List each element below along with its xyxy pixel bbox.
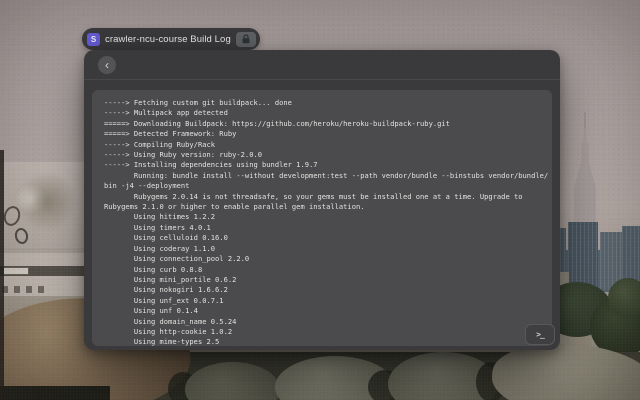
skyscraper-silhouette: [574, 128, 596, 224]
log-line: -----> Installing dependencies using bun…: [104, 160, 550, 170]
log-line: -----> Fetching custom git buildpack... …: [104, 98, 550, 108]
log-line: -----> Using Ruby version: ruby-2.0.0: [104, 150, 550, 160]
log-line: Using mini_portile 0.6.2: [104, 275, 550, 285]
log-line: -----> Multipack app detected: [104, 108, 550, 118]
back-button[interactable]: ‹: [98, 56, 116, 74]
app-icon: S: [87, 33, 100, 46]
build-log-panel[interactable]: -----> Fetching custom git buildpack... …: [92, 90, 552, 346]
log-line: Using hitimes 1.2.2: [104, 212, 550, 222]
log-line: Using connection_pool 2.2.0: [104, 254, 550, 264]
window-header: ‹: [84, 50, 560, 80]
terminal-prompt-icon: >_: [536, 330, 544, 339]
log-line: bin -j4 --deployment: [104, 181, 550, 191]
log-line: =====> Downloading Buildpack: https://gi…: [104, 119, 550, 129]
wall-vines: [18, 170, 76, 234]
desktop: S crawler-ncu-course Build Log ‹ -----> …: [0, 0, 640, 400]
log-line: Rubygems 2.1.0 or higher to enable paral…: [104, 202, 550, 212]
building-sign: [3, 267, 29, 275]
log-line: =====> Detected Framework: Ruby: [104, 129, 550, 139]
terminal-button[interactable]: >_: [525, 324, 555, 345]
vegetation: [608, 278, 640, 318]
app-badge[interactable]: S crawler-ncu-course Build Log: [82, 28, 260, 50]
photo-edge-shadow: [0, 150, 4, 400]
build-log-window: ‹ -----> Fetching custom git buildpack..…: [84, 50, 560, 350]
graffiti-mark: [2, 286, 46, 293]
log-line: Using timers 4.0.1: [104, 223, 550, 233]
log-line: -----> Compiling Ruby/Rack: [104, 140, 550, 150]
log-line: Using http-cookie 1.0.2: [104, 327, 550, 337]
lock-icon[interactable]: [236, 32, 256, 47]
log-line: Using nokogiri 1.6.6.2: [104, 285, 550, 295]
log-line: Running: bundle install --without develo…: [104, 171, 550, 181]
log-line: Using celluloid 0.16.0: [104, 233, 550, 243]
log-line: Using mime-types 2.5: [104, 337, 550, 346]
log-line: Using unf 0.1.4: [104, 306, 550, 316]
log-line: Rubygems 2.0.14 is not threadsafe, so yo…: [104, 192, 550, 202]
shadow-area: [0, 386, 110, 400]
log-line: Using coderay 1.1.0: [104, 244, 550, 254]
log-line: Using domain_name 0.5.24: [104, 317, 550, 327]
log-line: Using curb 0.8.8: [104, 265, 550, 275]
skyline-tower: [568, 222, 598, 290]
app-badge-title: crawler-ncu-course Build Log: [105, 34, 231, 45]
lock-glyph: [241, 34, 251, 44]
log-line: Using unf_ext 0.0.7.1: [104, 296, 550, 306]
